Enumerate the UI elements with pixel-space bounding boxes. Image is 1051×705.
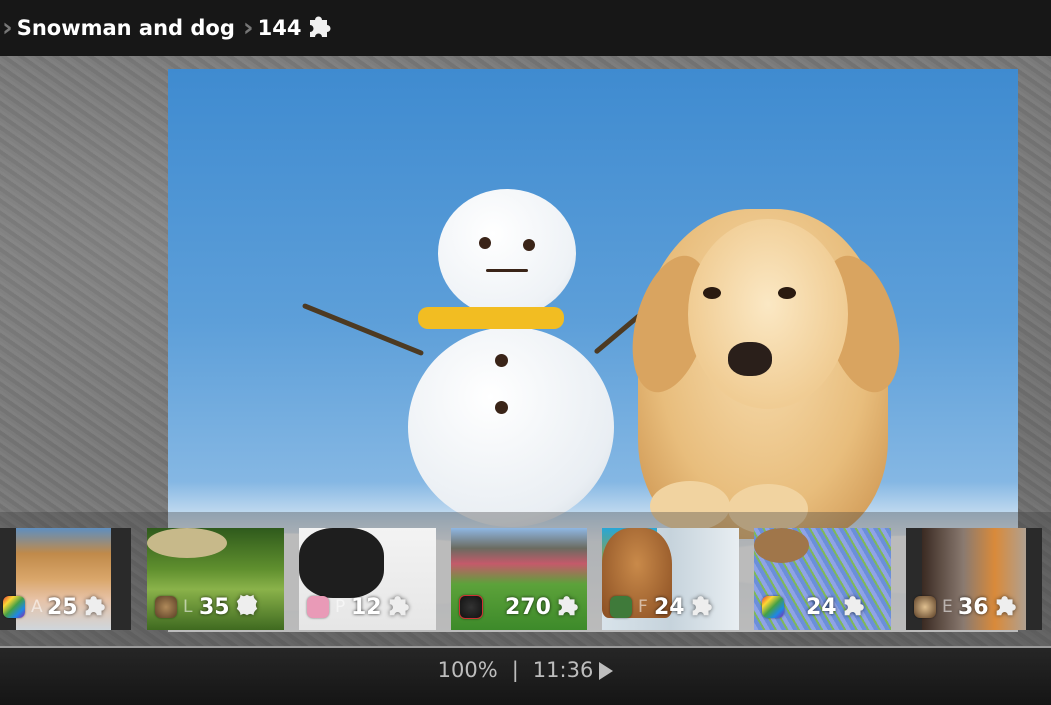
thumbnail-puzzle[interactable]: A 25 xyxy=(0,528,131,630)
snowman-mouth xyxy=(486,269,528,272)
thumbnail-piece-count: 24 xyxy=(654,594,685,620)
thumbnail-puzzle[interactable]: F 24 xyxy=(602,528,739,630)
cat-app-icon xyxy=(155,596,177,618)
snowman-body xyxy=(408,327,614,527)
snowman-eye xyxy=(479,237,491,249)
breadcrumb-piece-count[interactable]: 144 xyxy=(258,16,302,40)
pink-app-icon xyxy=(307,596,329,618)
puzzle-piece-icon xyxy=(81,591,109,623)
thumbnail-letter: F xyxy=(638,597,648,617)
thumbnail-puzzle[interactable]: E 36 xyxy=(906,528,1042,630)
thumbnail-puzzle[interactable]: P 12 xyxy=(299,528,436,630)
puzzle-piece-icon xyxy=(992,591,1020,623)
snowman-head xyxy=(438,189,576,317)
puzzle-piece-icon xyxy=(688,591,716,623)
status-separator: | xyxy=(511,658,519,682)
chevron-right-icon: › xyxy=(242,13,254,43)
puzzle-piece-icon xyxy=(840,591,868,623)
dog-face xyxy=(688,219,848,409)
leather-piece-icon xyxy=(233,591,261,623)
thumbnail-piece-count: 24 xyxy=(806,594,837,620)
rainbow-app-icon xyxy=(3,596,25,618)
snowman-arm-left xyxy=(301,302,425,357)
play-icon[interactable] xyxy=(599,662,614,680)
thumbnail-puzzle[interactable]: 270 xyxy=(451,528,587,630)
thumbnail-image xyxy=(147,528,227,558)
thumbnail-letter: P xyxy=(335,597,346,617)
dog-eye xyxy=(778,287,796,299)
snowman-button xyxy=(495,401,508,414)
snowman-button xyxy=(495,354,508,367)
chevron-right-icon: › xyxy=(2,13,13,43)
snowman-eye xyxy=(523,239,535,251)
dog-eye xyxy=(703,287,721,299)
thumbnail-piece-count: 36 xyxy=(958,594,989,620)
elapsed-time: 11:36 xyxy=(532,658,594,682)
thumbnail-piece-count: 25 xyxy=(47,594,78,620)
lynx-app-icon xyxy=(914,596,936,618)
puzzle-piece-icon xyxy=(554,591,582,623)
status-bar: 100% | 11:36 xyxy=(0,646,1051,705)
puzzle-piece-icon xyxy=(305,11,335,45)
thumbnail-piece-count: 270 xyxy=(505,594,551,620)
dog-nose xyxy=(728,342,772,376)
breadcrumb-puzzle-title[interactable]: Snowman and dog xyxy=(17,16,235,40)
header-bar: › Snowman and dog › 144 xyxy=(0,0,1051,56)
thumbnail-piece-count: 35 xyxy=(199,594,230,620)
thumbnail-letter: A xyxy=(31,597,43,617)
thumbnail-letter: L xyxy=(183,597,193,617)
puzzle-piece-icon xyxy=(385,591,413,623)
snowman-scarf xyxy=(418,307,564,329)
thumbnail-piece-count: 12 xyxy=(351,594,382,620)
thumbnail-puzzle[interactable]: 24 xyxy=(754,528,891,630)
zoom-level: 100% xyxy=(437,658,498,682)
rainbow-app-icon xyxy=(762,596,784,618)
bird-app-icon xyxy=(610,596,632,618)
ladybug-app-icon xyxy=(459,595,483,619)
thumbnail-puzzle[interactable]: L 35 xyxy=(147,528,284,630)
thumbnail-letter: E xyxy=(942,597,953,617)
thumbnail-image xyxy=(754,528,809,563)
thumbnail-image xyxy=(299,528,384,598)
